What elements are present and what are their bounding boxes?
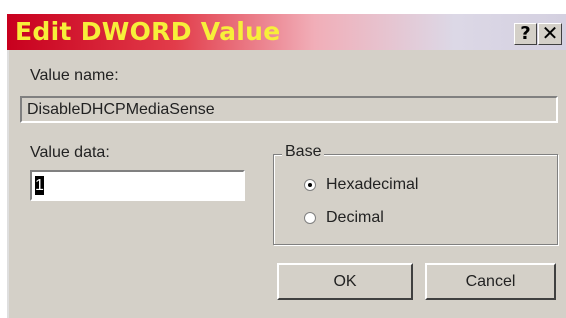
close-icon: ✕ [541,21,559,45]
ok-button[interactable]: OK [277,263,413,300]
value-name-field: DisableDHCPMediaSense [20,96,558,123]
value-data-input[interactable]: 1 [30,170,245,201]
help-icon: ? [520,23,531,44]
close-button[interactable]: ✕ [538,23,562,45]
base-groupbox [273,154,558,245]
radio-hexadecimal[interactable]: Hexadecimal [304,176,418,194]
help-button[interactable]: ? [514,23,537,45]
radio-selected-icon[interactable] [304,179,316,191]
radio-decimal[interactable]: Decimal [304,209,384,227]
title-bar[interactable]: Edit DWORD Value ? ✕ [7,14,566,50]
base-group-title: Base [282,143,325,161]
value-data-label: Value data: [30,144,110,161]
radio-hexadecimal-label: Hexadecimal [326,176,419,193]
value-name-text: DisableDHCPMediaSense [27,101,215,118]
cancel-button[interactable]: Cancel [425,263,556,300]
value-data-text: 1 [35,176,44,195]
radio-decimal-label: Decimal [326,209,384,226]
dialog-title: Edit DWORD Value [15,17,281,46]
radio-unselected-icon[interactable] [304,212,316,224]
value-name-label: Value name: [30,67,119,84]
